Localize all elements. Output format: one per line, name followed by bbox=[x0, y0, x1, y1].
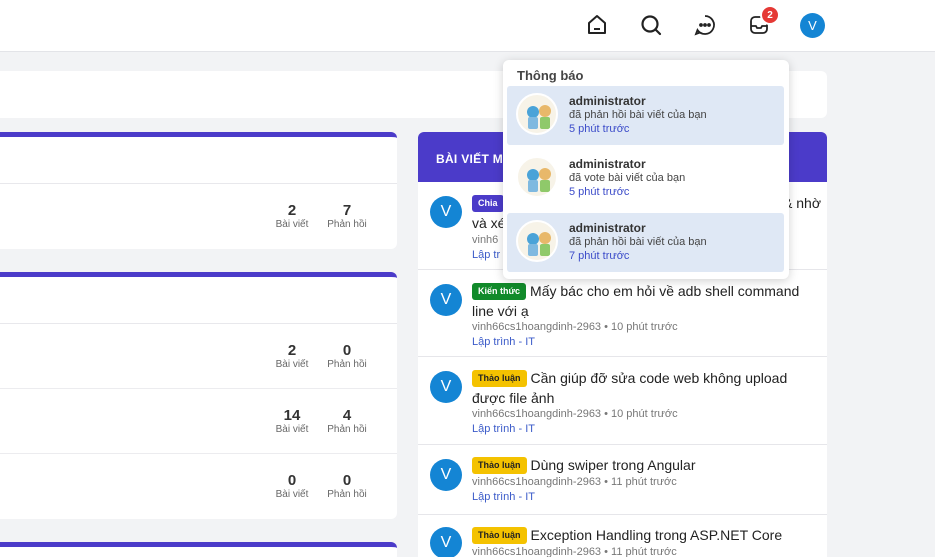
notification-item[interactable]: administrator đã phản hồi bài viết của b… bbox=[507, 213, 784, 272]
post-count: 0 Bài viết bbox=[267, 473, 317, 501]
notification-sender: administrator bbox=[569, 94, 646, 108]
notification-message: đã phản hồi bài viết của bạn bbox=[569, 236, 707, 248]
notification-time: 5 phút trước bbox=[569, 123, 630, 135]
post-count-value: 2 bbox=[287, 342, 297, 359]
post-count: 2 Bài viết bbox=[267, 343, 317, 371]
notification-time: 7 phút trước bbox=[569, 250, 630, 262]
post-avatar: V bbox=[430, 459, 462, 491]
reply-count: 0 Phản hồi bbox=[322, 473, 372, 501]
notification-title: Thông báo bbox=[517, 68, 584, 83]
post-count-value: 0 bbox=[287, 472, 297, 489]
notification-avatar bbox=[516, 93, 558, 135]
post-item[interactable]: V Thảo luận Dùng swiper trong Angular vin… bbox=[418, 445, 827, 515]
user-avatar[interactable]: V bbox=[800, 13, 825, 38]
post-count: 14 Bài viết bbox=[267, 408, 317, 436]
post-count: 2 Bài viết bbox=[267, 203, 317, 231]
post-title-text: Exception Handling trong ASP.NET Core bbox=[530, 527, 783, 543]
post-count-label: Bài viết bbox=[275, 489, 309, 500]
notification-message: đã phản hồi bài viết của bạn bbox=[569, 109, 707, 121]
post-meta: vinh66cs1hoangdinh-2963 • 10 phút trước bbox=[472, 321, 678, 333]
post-item[interactable]: V Thảo luận Exception Handling trong ASP.… bbox=[418, 515, 827, 557]
post-item[interactable]: V Thảo luận Cần giúp đỡ sửa code web khôn… bbox=[418, 357, 827, 445]
post-count-label: Bài viết bbox=[275, 359, 309, 370]
search-icon bbox=[641, 15, 662, 36]
reply-count-label: Phản hồi bbox=[327, 359, 367, 370]
notification-button[interactable]: 2 bbox=[746, 5, 780, 38]
card-header bbox=[0, 277, 397, 324]
post-title[interactable]: Thảo luận Cần giúp đỡ sửa code web không … bbox=[472, 368, 821, 408]
forum-card: 2 Bài viết 7 Phản hồi bbox=[0, 132, 397, 249]
reply-count: 4 Phản hồi bbox=[322, 408, 372, 436]
post-meta: vinh66cs1hoangdinh-2963 • 11 phút trước bbox=[472, 546, 677, 557]
search-button[interactable] bbox=[638, 12, 664, 38]
reply-count-label: Phản hồi bbox=[327, 489, 367, 500]
post-title-text: Dùng swiper trong Angular bbox=[530, 457, 696, 473]
post-meta: vinh66cs1hoangdinh-2963 • 11 phút trước bbox=[472, 476, 677, 488]
post-tag: Thảo luận bbox=[472, 370, 527, 387]
post-category[interactable]: Lập trình - IT bbox=[472, 491, 535, 503]
post-category[interactable]: Lập trình - IT bbox=[472, 336, 535, 348]
forum-row[interactable]: 2 Bài viết 0 Phản hồi bbox=[0, 324, 397, 389]
notification-sender: administrator bbox=[569, 157, 646, 171]
post-count-value: 14 bbox=[283, 407, 301, 424]
post-meta: vinh66cs1hoangdinh-2963 • 10 phút trước bbox=[472, 408, 678, 420]
notification-sender: administrator bbox=[569, 221, 646, 235]
post-item[interactable]: V Kiến thức Mấy bác cho em hỏi về adb she… bbox=[418, 270, 827, 357]
reply-count: 0 Phản hồi bbox=[322, 343, 372, 371]
post-avatar: V bbox=[430, 284, 462, 316]
notification-item[interactable]: administrator đã vote bài viết của bạn 5… bbox=[507, 149, 784, 208]
reply-count-value: 4 bbox=[342, 407, 352, 424]
reply-count-value: 0 bbox=[342, 342, 352, 359]
notification-avatar bbox=[516, 220, 558, 262]
forum-row[interactable]: 2 Bài viết 7 Phản hồi bbox=[0, 184, 397, 249]
chat-button[interactable] bbox=[692, 12, 718, 38]
forum-card: 2 Bài viết 0 Phản hồi 14 Bài viết 4 Phản… bbox=[0, 272, 397, 519]
reply-count-label: Phản hồi bbox=[327, 219, 367, 230]
notification-time: 5 phút trước bbox=[569, 186, 630, 198]
post-tag: Thảo luận bbox=[472, 527, 527, 544]
post-category[interactable]: Lập tr bbox=[472, 249, 500, 261]
reply-count-value: 7 bbox=[342, 202, 352, 219]
notification-item[interactable]: administrator đã phản hồi bài viết của b… bbox=[507, 86, 784, 145]
home-icon bbox=[588, 15, 606, 34]
card-header bbox=[0, 137, 397, 184]
post-title[interactable]: Thảo luận Exception Handling trong ASP.NE… bbox=[472, 525, 821, 545]
notification-avatar bbox=[516, 156, 558, 198]
notification-count-badge: 2 bbox=[760, 5, 780, 25]
post-title[interactable]: Thảo luận Dùng swiper trong Angular bbox=[472, 455, 821, 475]
reply-count: 7 Phản hồi bbox=[322, 203, 372, 231]
post-meta: vinh6 bbox=[472, 234, 499, 246]
top-header: 2 V bbox=[0, 0, 935, 52]
post-avatar: V bbox=[430, 527, 462, 557]
reply-count-label: Phản hồi bbox=[327, 424, 367, 435]
post-title[interactable]: Kiến thức Mấy bác cho em hỏi về adb shell… bbox=[472, 281, 821, 321]
post-avatar: V bbox=[430, 371, 462, 403]
post-category[interactable]: Lập trình - IT bbox=[472, 423, 535, 435]
post-tag: Chia bbox=[472, 195, 504, 212]
post-tag: Kiến thức bbox=[472, 283, 527, 300]
post-count-value: 2 bbox=[287, 202, 297, 219]
chat-icon bbox=[694, 15, 715, 36]
notification-dropdown: Thông báo administrator đã phản hồi bài … bbox=[503, 60, 789, 279]
forum-row[interactable]: 14 Bài viết 4 Phản hồi bbox=[0, 389, 397, 454]
forum-row[interactable]: 0 Bài viết 0 Phản hồi bbox=[0, 454, 397, 519]
home-button[interactable] bbox=[584, 12, 610, 38]
post-count-label: Bài viết bbox=[275, 424, 309, 435]
forum-card bbox=[0, 542, 397, 557]
notification-message: đã vote bài viết của bạn bbox=[569, 172, 686, 184]
post-tag: Thảo luận bbox=[472, 457, 527, 474]
post-avatar: V bbox=[430, 196, 462, 228]
reply-count-value: 0 bbox=[342, 472, 352, 489]
post-count-label: Bài viết bbox=[275, 219, 309, 230]
